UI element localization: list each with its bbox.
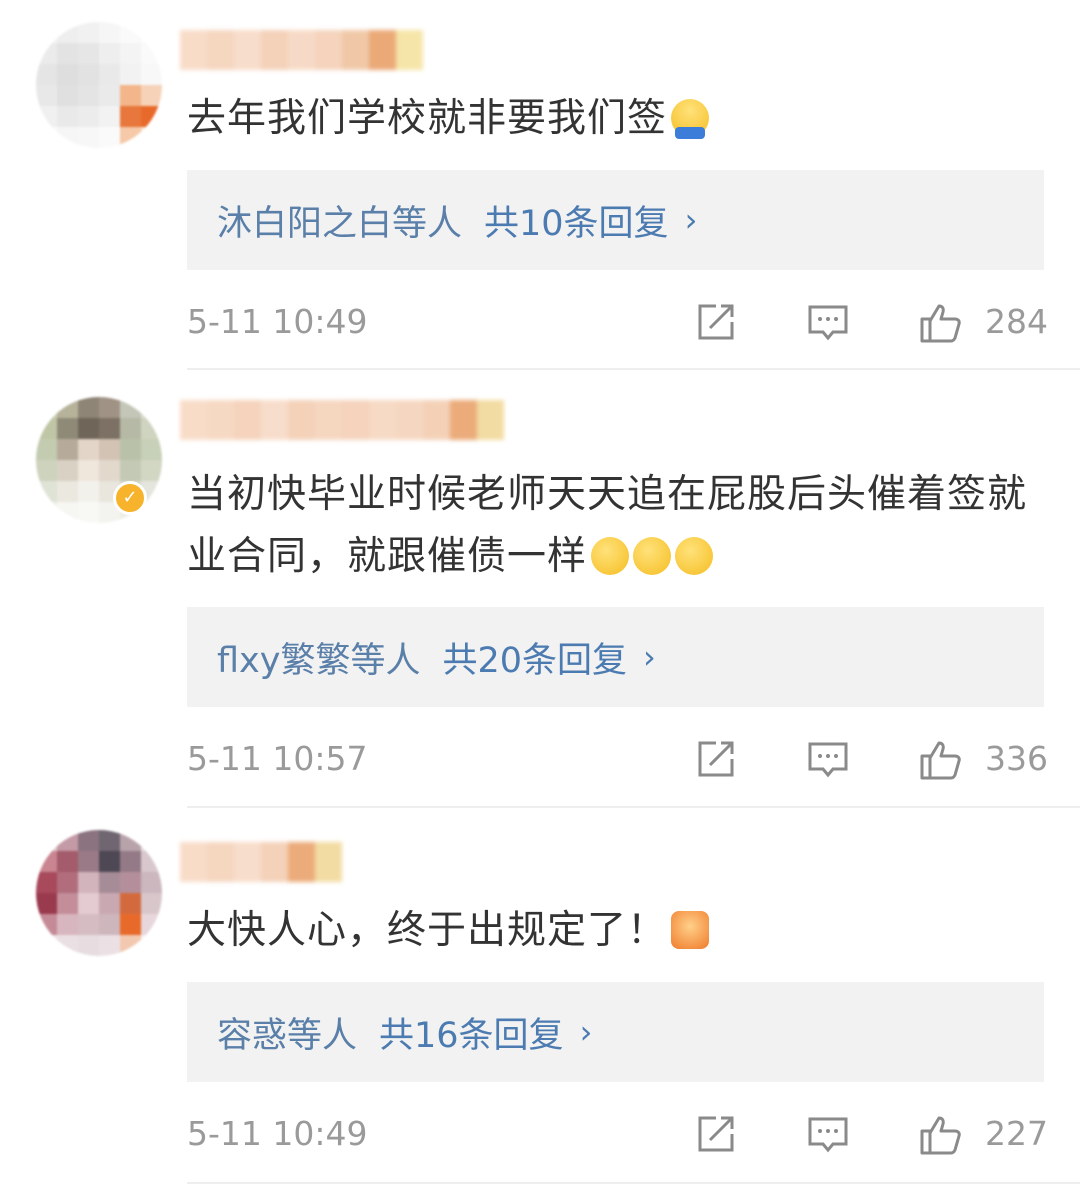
- reply-summary[interactable]: 容惑等人 共16条回复 ›: [187, 982, 1044, 1082]
- reply-count: 共20条回复: [442, 640, 628, 681]
- divider: [187, 806, 1080, 808]
- dizzy-face-emoji: [675, 537, 714, 575]
- thumbs-up-icon[interactable]: [919, 301, 967, 343]
- comment-text-content: 大快人心，终于出规定了！: [187, 908, 668, 953]
- comment-meta: 5-11 10:57 336: [187, 734, 1048, 784]
- comment-text: 大快人心，终于出规定了！: [187, 900, 1040, 962]
- chevron-right-icon: ›: [684, 201, 698, 239]
- username-blurred[interactable]: [180, 400, 504, 440]
- reply-summary[interactable]: flxy繁繁等人 共20条回复 ›: [187, 607, 1044, 707]
- username-blurred[interactable]: [180, 30, 423, 70]
- reply-names: 沐白阳之白等人: [217, 203, 463, 244]
- comment-meta: 5-11 10:49 284: [187, 297, 1048, 347]
- reply-names: flxy繁繁等人: [217, 640, 421, 681]
- comment-text: 去年我们学校就非要我们签: [187, 88, 1040, 150]
- comment-text: 当初快毕业时候老师天天追在屁股后头催着签就业合同，就跟催债一样: [187, 464, 1040, 588]
- clapping-hands-emoji: [671, 911, 710, 949]
- comment-icon[interactable]: [807, 301, 849, 343]
- reply-count: 共16条回复: [379, 1015, 564, 1056]
- comment-icon[interactable]: [807, 738, 849, 780]
- like-count: 227: [985, 1114, 1048, 1153]
- divider: [187, 1182, 1080, 1184]
- chevron-right-icon: ›: [579, 1013, 593, 1051]
- avatar[interactable]: [36, 22, 162, 148]
- thumbs-up-icon[interactable]: [919, 1113, 967, 1155]
- comment-meta: 5-11 10:49 227: [187, 1109, 1048, 1159]
- repost-icon[interactable]: [694, 1113, 736, 1155]
- repost-icon[interactable]: [694, 301, 736, 343]
- shrug-emoji: [671, 99, 710, 139]
- dizzy-face-emoji: [591, 537, 630, 575]
- username-blurred[interactable]: [180, 842, 342, 882]
- avatar[interactable]: [36, 830, 162, 956]
- comment-text-content: 去年我们学校就非要我们签: [187, 96, 668, 141]
- timestamp: 5-11 10:49: [187, 302, 368, 341]
- divider: [187, 368, 1080, 370]
- timestamp: 5-11 10:49: [187, 1114, 368, 1153]
- chevron-right-icon: ›: [643, 638, 656, 676]
- comment-icon[interactable]: [807, 1113, 849, 1155]
- reply-names: 容惑等人: [217, 1015, 358, 1056]
- like-count: 336: [985, 739, 1048, 778]
- repost-icon[interactable]: [694, 738, 736, 780]
- reply-summary[interactable]: 沐白阳之白等人 共10条回复 ›: [187, 170, 1044, 270]
- verified-badge-icon: ✓: [113, 481, 147, 515]
- reply-count: 共10条回复: [484, 203, 669, 244]
- like-count: 284: [985, 302, 1048, 341]
- thumbs-up-icon[interactable]: [919, 738, 967, 780]
- dizzy-face-emoji: [633, 537, 672, 575]
- timestamp: 5-11 10:57: [187, 739, 368, 778]
